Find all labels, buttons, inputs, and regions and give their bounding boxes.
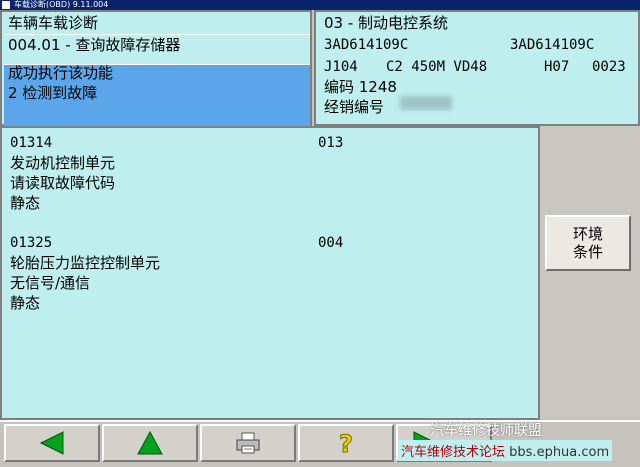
fault-description: 轮胎压力监控控制单元 (10, 254, 161, 272)
svg-text:?: ? (339, 430, 353, 456)
fault-code: 01314 (10, 135, 53, 151)
back-button[interactable] (4, 424, 100, 462)
status-line-1: 成功执行该功能 (8, 64, 114, 82)
printer-icon (236, 432, 260, 454)
software-version: C2 450M VD48 (386, 59, 488, 75)
watermark-url: bbs.ephua.com (509, 445, 610, 460)
window-title: 车载诊断(OBD) 9.11.004 (14, 0, 109, 9)
env-button-label-1: 环境 (572, 225, 603, 243)
env-button-label-2: 条件 (572, 243, 603, 261)
help-icon: ? (339, 430, 354, 456)
coding-value: 编码 1248 (324, 78, 397, 96)
fault-detail: 请读取故障代码 (10, 174, 116, 192)
system-name: 03 - 制动电控系统 (324, 14, 449, 32)
window-title-bar: 车载诊断(OBD) 9.11.004 (0, 0, 640, 10)
fault-code: 01325 (10, 235, 53, 251)
watermark-forum-name: 汽车维修技术论坛 (401, 445, 506, 460)
fault-detail: 无信号/通信 (10, 274, 91, 292)
hardware-number: 0023 (592, 59, 626, 75)
back-arrow-icon (39, 431, 64, 455)
function-label: 004.01 - 查询故障存储器 (8, 36, 181, 54)
part-number-1: 3AD614109C (324, 37, 409, 53)
fault-state: 静态 (10, 294, 41, 312)
app-icon (2, 1, 10, 9)
header-right-panel: 03 - 制动电控系统 3AD614109C 3AD614109C J104 C… (314, 10, 640, 126)
header-title: 车辆车载诊断 (8, 14, 99, 32)
dealer-number-label: 经销编号 (324, 98, 385, 116)
help-button[interactable]: ? (298, 424, 394, 462)
fault-number: 013 (318, 135, 344, 151)
print-button[interactable] (200, 424, 296, 462)
header-left-panel: 车辆车载诊断 004.01 - 查询故障存储器 成功执行该功能 2 检测到故障 (0, 10, 312, 134)
status-line-2: 2 检测到故障 (8, 84, 98, 102)
fault-number: 004 (318, 235, 344, 251)
fault-description: 发动机控制单元 (10, 154, 116, 172)
right-sidebar (540, 126, 640, 418)
watermark-bottom: 汽车维修技术论坛 bbs.ephua.com (398, 440, 613, 461)
component-id: J104 (324, 59, 358, 75)
fault-state: 静态 (10, 194, 41, 212)
fault-list-panel[interactable]: 01314 013 发动机控制单元 请读取故障代码 静态 01325 004 轮… (0, 126, 540, 420)
up-button[interactable] (102, 424, 198, 462)
hardware-code: H07 (544, 59, 570, 75)
watermark-top: 汽车维修技师联盟 (430, 423, 542, 439)
environment-conditions-button[interactable]: 环境 条件 (545, 215, 631, 271)
up-arrow-icon (137, 430, 163, 455)
dealer-number-redacted (400, 96, 452, 110)
part-number-2: 3AD614109C (510, 37, 595, 53)
